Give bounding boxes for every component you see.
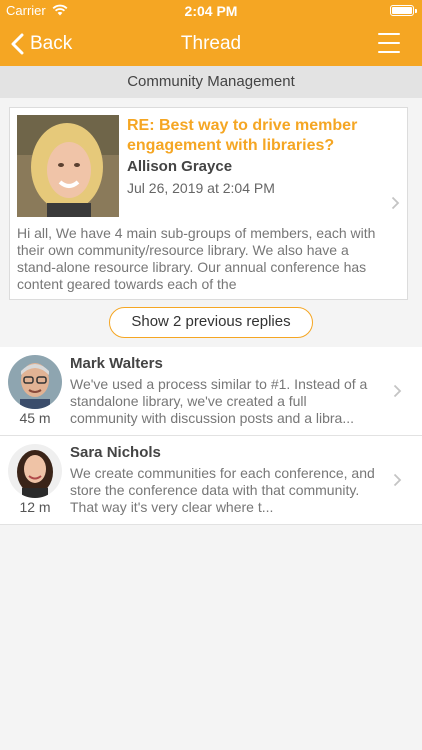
reply-text: We create communities for each conferenc…: [70, 465, 375, 515]
top-bar: Carrier 2:04 PM Back Thread: [0, 0, 422, 66]
reply-author: Sara Nichols: [70, 444, 161, 461]
chevron-right-icon: [393, 384, 402, 398]
reply-time: 12 m: [19, 499, 51, 515]
menu-button[interactable]: [378, 32, 400, 54]
chevron-right-icon: [391, 196, 400, 210]
reply-list: 45 m Mark Walters We've used a process s…: [0, 347, 422, 525]
post-body: Hi all, We have 4 main sub-groups of mem…: [17, 225, 376, 292]
battery-icon: [390, 5, 417, 16]
author-photo: [17, 115, 119, 217]
back-button[interactable]: Back: [10, 22, 72, 66]
back-label: Back: [30, 33, 73, 54]
reply-item[interactable]: 12 m Sara Nichols We create communities …: [0, 436, 422, 525]
hamburger-icon: [378, 42, 400, 44]
hamburger-icon: [378, 51, 400, 53]
reply-text: We've used a process similar to #1. Inst…: [70, 376, 368, 426]
original-post-card[interactable]: RE: Best way to drive member engagement …: [9, 107, 408, 300]
post-date: Jul 26, 2019 at 2:04 PM: [127, 180, 275, 196]
nav-bar: Back Thread: [0, 22, 422, 66]
post-author: Allison Grayce: [127, 158, 233, 175]
status-time: 2:04 PM: [184, 3, 238, 19]
reply-author: Mark Walters: [70, 355, 163, 372]
hamburger-icon: [378, 33, 400, 35]
reply-time: 45 m: [19, 410, 51, 426]
avatar: [8, 444, 62, 498]
chevron-right-icon: [393, 473, 402, 487]
status-bar: Carrier 2:04 PM: [0, 0, 422, 22]
post-title[interactable]: RE: Best way to drive member engagement …: [127, 116, 382, 156]
show-previous-replies-button[interactable]: Show 2 previous replies: [109, 307, 313, 338]
chevron-left-icon: [11, 33, 24, 55]
community-name: Community Management: [0, 66, 422, 98]
reply-item[interactable]: 45 m Mark Walters We've used a process s…: [0, 347, 422, 436]
avatar: [8, 355, 62, 409]
